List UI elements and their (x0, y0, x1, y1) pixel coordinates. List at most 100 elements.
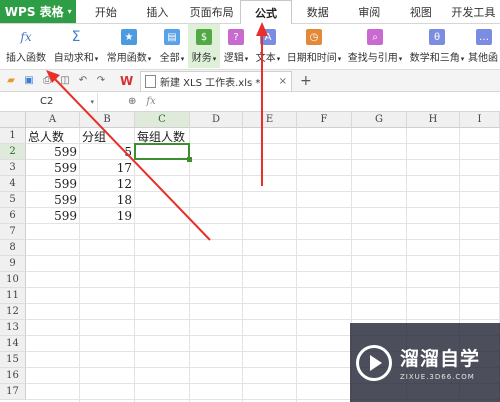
finance-button[interactable]: $ 财务▾ (188, 24, 220, 68)
column-header-f[interactable]: F (297, 112, 352, 128)
row-header-3[interactable]: 3 (0, 160, 26, 176)
tab-review[interactable]: 审阅 (344, 0, 396, 23)
tab-view[interactable]: 视图 (395, 0, 447, 23)
chevron-down-icon: ▾ (94, 55, 99, 63)
tab-home[interactable]: 开始 (80, 0, 132, 23)
chevron-down-icon: ▾ (276, 55, 281, 63)
row-header-14[interactable]: 14 (0, 336, 26, 352)
autosum-button[interactable]: Σ 自动求和▾ (50, 24, 102, 68)
row-header-8[interactable]: 8 (0, 240, 26, 256)
row-header-1[interactable]: 1 (0, 128, 26, 144)
file-tab[interactable]: 新建 XLS 工作表.xls * × (140, 70, 292, 91)
column-header-d[interactable]: D (190, 112, 243, 128)
row-header-11[interactable]: 11 (0, 288, 26, 304)
undo-icon[interactable]: ↶ (76, 74, 90, 88)
formula-input[interactable] (164, 94, 500, 110)
row-header-6[interactable]: 6 (0, 208, 26, 224)
print-icon[interactable]: ⎙ (40, 74, 54, 88)
save-icon[interactable]: ▣ (22, 74, 36, 88)
cell-a5[interactable]: 599 (26, 192, 80, 208)
chevron-down-icon: ▾ (67, 7, 72, 16)
row-header-4[interactable]: 4 (0, 176, 26, 192)
column-header-c[interactable]: C (135, 112, 190, 128)
column-header-e[interactable]: E (243, 112, 297, 128)
logic-label: 逻辑 (223, 53, 244, 64)
tab-formulas[interactable]: 公式 (240, 0, 292, 25)
column-header-a[interactable]: A (26, 112, 80, 128)
cell-b3[interactable]: 17 (80, 160, 135, 176)
cell-b1[interactable]: 分组 (80, 128, 135, 144)
name-box[interactable]: C2 ▾ (2, 92, 98, 111)
logic-button[interactable]: ? 逻辑▾ (220, 24, 252, 68)
datetime-button[interactable]: ◷ 日期和时间▾ (284, 24, 344, 68)
cell-a3[interactable]: 599 (26, 160, 80, 176)
tab-data[interactable]: 数据 (292, 0, 344, 23)
file-tab-label: 新建 XLS 工作表.xls * (160, 77, 261, 89)
column-header-i[interactable]: I (460, 112, 500, 128)
row-header-17[interactable]: 17 (0, 384, 26, 400)
common-functions-button[interactable]: ★ 常用函数▾ (102, 24, 156, 68)
new-tab-icon[interactable]: + (300, 73, 312, 89)
wps-logo-icon[interactable]: W (120, 74, 136, 88)
tab-developer[interactable]: 开发工具 (447, 0, 500, 23)
text-label: 文本 (255, 53, 276, 64)
math-icon: θ (429, 29, 445, 45)
text-button[interactable]: A 文本▾ (252, 24, 284, 68)
select-all-corner[interactable] (0, 112, 26, 128)
fill-handle[interactable] (187, 157, 192, 162)
print-preview-icon[interactable]: ◫ (58, 74, 72, 88)
cell-b2[interactable]: 5 (80, 144, 135, 160)
row-header-5[interactable]: 5 (0, 192, 26, 208)
play-logo-icon (356, 344, 392, 381)
row-header-9[interactable]: 9 (0, 256, 26, 272)
other-functions-icon: … (476, 29, 492, 45)
lookup-button[interactable]: ⌕ 查找与引用▾ (344, 24, 406, 68)
close-tab-icon[interactable]: × (279, 76, 287, 87)
cell-c1[interactable]: 每组人数 (135, 128, 190, 144)
cell-b5[interactable]: 18 (80, 192, 135, 208)
active-cell-c2[interactable] (134, 143, 190, 160)
row-header-2[interactable]: 2 (0, 144, 26, 160)
row-header-12[interactable]: 12 (0, 304, 26, 320)
column-header-h[interactable]: H (407, 112, 460, 128)
math-button[interactable]: θ 数学和三角▾ (406, 24, 468, 68)
column-header-g[interactable]: G (352, 112, 407, 128)
menu-bar: WPS 表格 ▾ 开始 插入 页面布局 公式 数据 审阅 视图 开发工具 (0, 0, 500, 25)
all-functions-icon: ▤ (164, 29, 180, 45)
open-folder-icon[interactable]: ▰ (4, 74, 18, 88)
insert-function-button[interactable]: fx 插入函数 (2, 24, 50, 68)
tab-page-layout-label: 页面布局 (189, 5, 234, 19)
grid-row-line (26, 239, 500, 240)
cell-a4[interactable]: 599 (26, 176, 80, 192)
tab-review-label: 审阅 (358, 5, 381, 19)
grid-row-line (26, 271, 500, 272)
row-header-13[interactable]: 13 (0, 320, 26, 336)
math-label: 数学和三角 (409, 53, 460, 64)
chevron-down-icon: ▾ (244, 55, 249, 63)
cell-b6[interactable]: 19 (80, 208, 135, 224)
cell-b4[interactable]: 12 (80, 176, 135, 192)
row-header-7[interactable]: 7 (0, 224, 26, 240)
chevron-down-icon: ▾ (337, 55, 342, 63)
watermark-url: ZIXUE.3D66.COM (400, 373, 475, 381)
row-header-15[interactable]: 15 (0, 352, 26, 368)
row-header-10[interactable]: 10 (0, 272, 26, 288)
column-header-b[interactable]: B (80, 112, 135, 128)
fx-icon[interactable]: fx (146, 96, 155, 107)
cell-a2[interactable]: 599 (26, 144, 80, 160)
text-icon: A (260, 29, 276, 45)
zoom-icon[interactable]: ⊕ (128, 96, 136, 107)
tab-insert-label: 插入 (146, 5, 169, 19)
logic-icon: ? (228, 29, 244, 45)
other-functions-button[interactable]: … 其他函 (468, 24, 498, 68)
tab-insert[interactable]: 插入 (132, 0, 184, 23)
tab-page-layout[interactable]: 页面布局 (183, 0, 240, 23)
app-menu-button[interactable]: WPS 表格 ▾ (0, 0, 77, 23)
row-header-16[interactable]: 16 (0, 368, 26, 384)
tab-view-label: 视图 (409, 5, 432, 19)
redo-icon[interactable]: ↷ (94, 74, 108, 88)
cell-a6[interactable]: 599 (26, 208, 80, 224)
all-functions-button[interactable]: ▤ 全部▾ (156, 24, 188, 68)
cell-a1[interactable]: 总人数 (26, 128, 80, 144)
chevron-down-icon: ▾ (90, 97, 94, 106)
